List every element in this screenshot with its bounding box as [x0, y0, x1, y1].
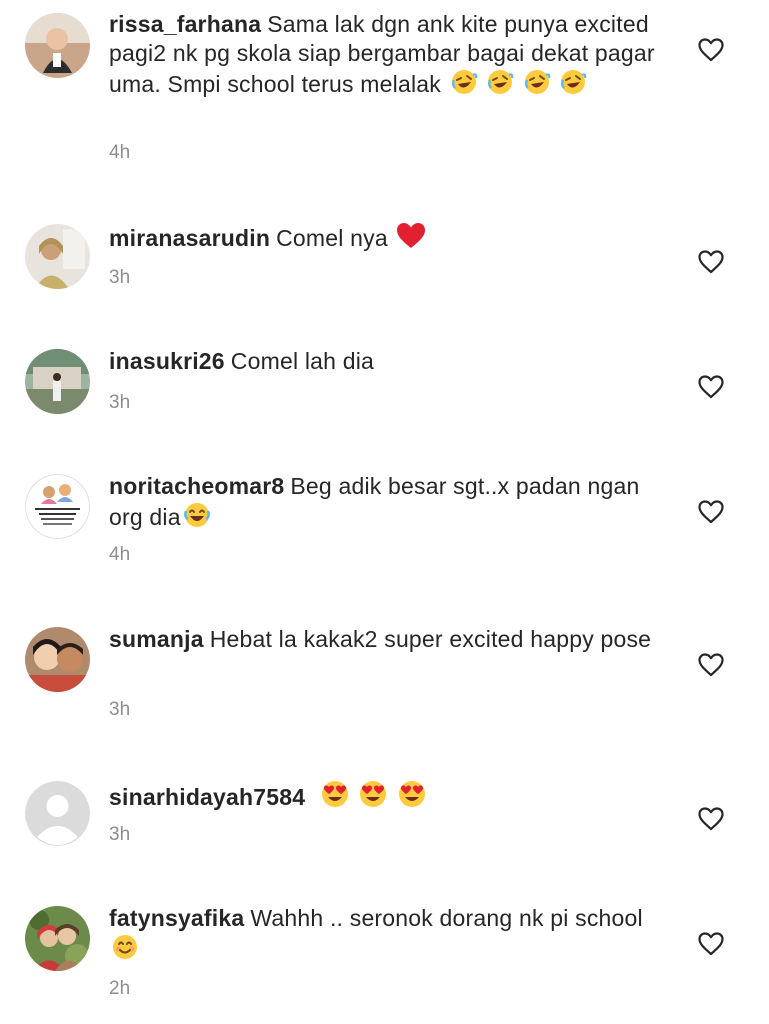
like-heart-icon[interactable] [698, 38, 724, 62]
rofl-emoji [559, 68, 587, 96]
avatar[interactable] [25, 13, 90, 78]
avatar[interactable] [25, 224, 90, 289]
comment-username[interactable]: noritacheomar8 [109, 473, 284, 499]
comment-time: 3h [109, 267, 131, 288]
comment-body: Comel lah dia [230, 348, 375, 374]
comment-text: rissa_farhana Sama lak dgn ank kite punya… [109, 10, 669, 99]
heart-eyes-emoji [358, 779, 388, 809]
comment-time: 3h [109, 392, 131, 413]
rofl-emoji [450, 68, 478, 96]
comment-item: sumanja Hebat la kakak2 super excited hap… [0, 593, 769, 753]
comment-username[interactable]: rissa_farhana [109, 11, 261, 37]
rofl-emoji [486, 68, 514, 96]
comment-username[interactable]: sinarhidayah7584 [109, 784, 305, 810]
like-heart-icon[interactable] [698, 807, 724, 831]
avatar[interactable] [25, 349, 90, 414]
comment-username[interactable]: fatynsyafika [109, 905, 244, 931]
avatar[interactable] [25, 627, 90, 692]
red-heart-emoji [396, 222, 426, 250]
comment-time: 3h [109, 699, 131, 720]
comment-item: inasukri26 Comel lah dia 3h [0, 315, 769, 440]
comment-body: Wahhh .. seronok dorang nk pi school [250, 905, 643, 931]
comment-time: 4h [109, 142, 131, 163]
comment-body: Hebat la kakak2 super excited happy pose [209, 626, 652, 652]
comment-username[interactable]: miranasarudin [109, 225, 270, 251]
comment-text: fatynsyafika Wahhh .. seronok dorang nk p… [109, 904, 669, 964]
heart-eyes-emoji [397, 779, 427, 809]
smiling-emoji [111, 933, 139, 961]
comment-item: sinarhidayah7584 3h [0, 747, 769, 872]
comment-text: sinarhidayah7584 [109, 779, 669, 812]
comment-item: noritacheomar8 Beg adik besar sgt..x pada… [0, 440, 769, 600]
like-heart-icon[interactable] [698, 932, 724, 956]
avatar[interactable] [25, 906, 90, 971]
joy-emoji [183, 501, 211, 529]
avatar[interactable] [25, 474, 90, 539]
comment-item: rissa_farhana Sama lak dgn ank kite punya… [0, 0, 769, 190]
comment-text: miranasarudin Comel nya [109, 222, 669, 253]
like-heart-icon[interactable] [698, 500, 724, 524]
heart-eyes-emoji [320, 779, 350, 809]
comment-username[interactable]: sumanja [109, 626, 204, 652]
like-heart-icon[interactable] [698, 375, 724, 399]
comment-text: inasukri26 Comel lah dia [109, 347, 669, 376]
rofl-emoji [523, 68, 551, 96]
like-heart-icon[interactable] [698, 250, 724, 274]
comment-body: Comel nya [276, 225, 388, 251]
comment-time: 4h [109, 544, 131, 565]
comment-text: sumanja Hebat la kakak2 super excited hap… [109, 625, 669, 654]
comment-item: miranasarudin Comel nya 3h [0, 190, 769, 315]
comment-item: fatynsyafika Wahhh .. seronok dorang nk p… [0, 872, 769, 1024]
like-heart-icon[interactable] [698, 653, 724, 677]
comment-text: noritacheomar8 Beg adik besar sgt..x pada… [109, 472, 669, 532]
comment-username[interactable]: inasukri26 [109, 348, 225, 374]
comment-time: 3h [109, 824, 131, 845]
comment-time: 2h [109, 978, 131, 999]
avatar[interactable] [25, 781, 90, 846]
